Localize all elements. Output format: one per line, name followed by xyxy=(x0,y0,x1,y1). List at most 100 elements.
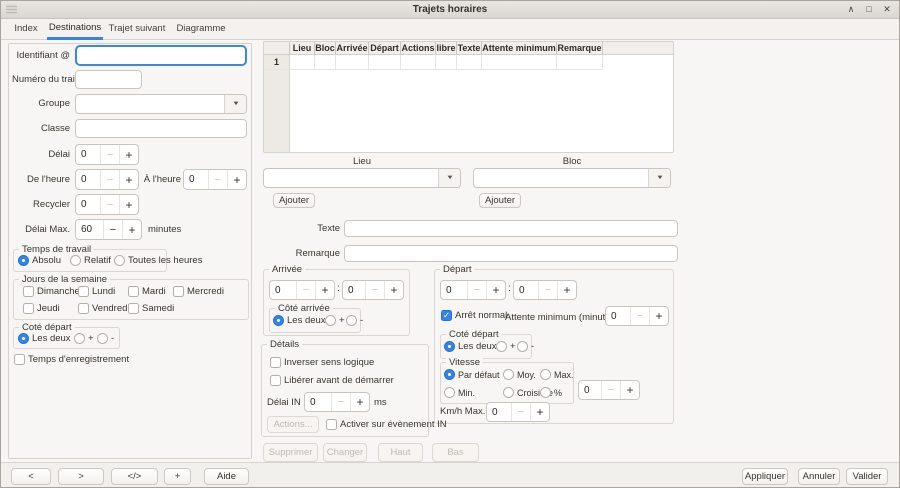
radio-icon[interactable] xyxy=(503,387,514,398)
radio-icon[interactable] xyxy=(346,315,357,326)
radio-icon[interactable] xyxy=(444,341,455,352)
radio-plus[interactable]: + xyxy=(325,315,345,326)
plus-icon[interactable] xyxy=(620,381,639,399)
col-depart[interactable]: Départ xyxy=(369,42,401,54)
checkbox-icon[interactable] xyxy=(23,303,34,314)
radio-icon[interactable] xyxy=(325,315,336,326)
minus-icon[interactable] xyxy=(208,170,227,189)
annuler-button[interactable]: Annuler xyxy=(798,468,840,485)
radio-icon[interactable] xyxy=(503,369,514,380)
cell-libre[interactable] xyxy=(436,55,457,70)
groupe-combobox[interactable] xyxy=(75,94,247,114)
bloc-input[interactable] xyxy=(474,169,648,187)
chevron-down-icon[interactable] xyxy=(438,169,460,187)
cell-bloc[interactable] xyxy=(315,55,336,70)
radio-icon[interactable] xyxy=(444,387,455,398)
cell-attente-minimum[interactable] xyxy=(482,55,557,70)
code-button[interactable]: </> xyxy=(111,468,158,485)
tab-trajet-suivant[interactable]: Trajet suivant xyxy=(107,19,167,40)
changer-button[interactable]: Changer xyxy=(323,443,367,462)
cell-actions[interactable] xyxy=(401,55,436,70)
attente-minimum-spinner[interactable]: 0 xyxy=(605,306,669,326)
radio-les-deux[interactable]: Les deux xyxy=(18,333,71,344)
checkbox-lundi[interactable]: Lundi xyxy=(78,286,115,297)
classe-input[interactable] xyxy=(75,119,247,138)
minus-icon[interactable] xyxy=(100,145,119,164)
radio-par-defaut[interactable]: Par défaut xyxy=(444,369,500,380)
delai-spinner[interactable]: 0 xyxy=(75,144,139,165)
cell-depart[interactable] xyxy=(369,55,401,70)
radio-icon[interactable] xyxy=(70,255,81,266)
bloc-combobox[interactable] xyxy=(473,168,671,188)
supprimer-button[interactable]: Supprimer xyxy=(263,443,318,462)
cell-remarque[interactable] xyxy=(557,55,603,70)
tab-destinations[interactable]: Destinations xyxy=(47,19,103,40)
checkbox-icon[interactable] xyxy=(78,286,89,297)
minus-icon[interactable] xyxy=(630,307,649,325)
delai-in-spinner[interactable]: 0 xyxy=(304,392,370,412)
col-libre[interactable]: libre xyxy=(436,42,457,54)
checkbox-vendredi[interactable]: Vendredi xyxy=(78,303,130,314)
minus-icon[interactable] xyxy=(601,381,620,399)
plus-icon[interactable] xyxy=(486,281,505,299)
chevron-down-icon[interactable] xyxy=(224,95,246,113)
radio-icon[interactable] xyxy=(496,341,507,352)
checkbox-icon[interactable] xyxy=(78,303,89,314)
checkbox-icon[interactable] xyxy=(326,419,337,430)
next-button[interactable]: > xyxy=(58,468,104,485)
col-attente-minimum[interactable]: Attente minimum xyxy=(482,42,557,54)
radio-min[interactable]: Min. xyxy=(444,387,475,398)
checkbox-checked-icon[interactable] xyxy=(441,310,452,321)
checkbox-samedi[interactable]: Samedi xyxy=(128,303,174,314)
minus-icon[interactable] xyxy=(467,281,486,299)
chevron-down-icon[interactable] xyxy=(648,169,670,187)
minus-icon[interactable] xyxy=(296,281,315,299)
radio-moy[interactable]: Moy. xyxy=(503,369,536,380)
minus-icon[interactable] xyxy=(103,220,122,239)
valider-button[interactable]: Valider xyxy=(846,468,888,485)
radio-plus[interactable]: + xyxy=(74,333,94,344)
arrivee-minute-spinner[interactable]: 0 xyxy=(342,280,404,300)
minus-icon[interactable] xyxy=(331,393,350,411)
radio-max[interactable]: Max. xyxy=(540,369,574,380)
checkbox-dimanche[interactable]: Dimanche xyxy=(23,286,80,297)
aide-button[interactable]: Aide xyxy=(204,468,249,485)
plus-icon[interactable] xyxy=(227,170,246,189)
minus-icon[interactable] xyxy=(100,170,119,189)
radio-toutes-les-heures[interactable]: Toutes les heures xyxy=(114,255,202,266)
numero-train-input[interactable] xyxy=(75,70,142,89)
haut-button[interactable]: Haut xyxy=(378,443,423,462)
checkbox-inverser-sens-logique[interactable]: Inverser sens logique xyxy=(270,357,374,368)
vitesse-pourcent-spinner[interactable]: 0 xyxy=(578,380,640,400)
checkbox-arret-normal[interactable]: Arrêt normal xyxy=(441,310,507,321)
col-bloc[interactable]: Bloc xyxy=(315,42,336,54)
checkbox-mercredi[interactable]: Mercredi xyxy=(173,286,224,297)
close-icon[interactable]: ✕ xyxy=(879,1,895,18)
radio-moins[interactable]: - xyxy=(97,333,114,344)
checkbox-icon[interactable] xyxy=(173,286,184,297)
groupe-input[interactable] xyxy=(76,95,224,113)
a-lheure-spinner[interactable]: 0 xyxy=(183,169,247,190)
checkbox-icon[interactable] xyxy=(270,357,281,368)
lieu-input[interactable] xyxy=(264,169,438,187)
depart-heure-spinner[interactable]: 0 xyxy=(440,280,506,300)
radio-icon[interactable] xyxy=(18,333,29,344)
radio-icon[interactable] xyxy=(444,369,455,380)
ajouter-bloc-button[interactable]: Ajouter xyxy=(479,193,521,208)
add-button[interactable]: + xyxy=(164,468,191,485)
col-arrivee[interactable]: Arrivée xyxy=(336,42,369,54)
radio-icon[interactable] xyxy=(114,255,125,266)
depart-minute-spinner[interactable]: 0 xyxy=(513,280,577,300)
table-row[interactable]: 1 xyxy=(264,55,673,70)
radio-icon[interactable] xyxy=(97,333,108,344)
actions-button[interactable]: Actions... xyxy=(267,416,319,433)
radio-moins[interactable]: - xyxy=(346,315,363,326)
cell-lieu[interactable] xyxy=(290,55,315,70)
plus-icon[interactable] xyxy=(119,145,138,164)
plus-icon[interactable] xyxy=(649,307,668,325)
identifiant-input[interactable] xyxy=(75,45,247,66)
checkbox-liberer-avant-demarrer[interactable]: Libérer avant de démarrer xyxy=(270,375,394,386)
col-remarque[interactable]: Remarque xyxy=(557,42,603,54)
radio-pourcent[interactable]: % xyxy=(540,387,562,398)
checkbox-icon[interactable] xyxy=(270,375,281,386)
